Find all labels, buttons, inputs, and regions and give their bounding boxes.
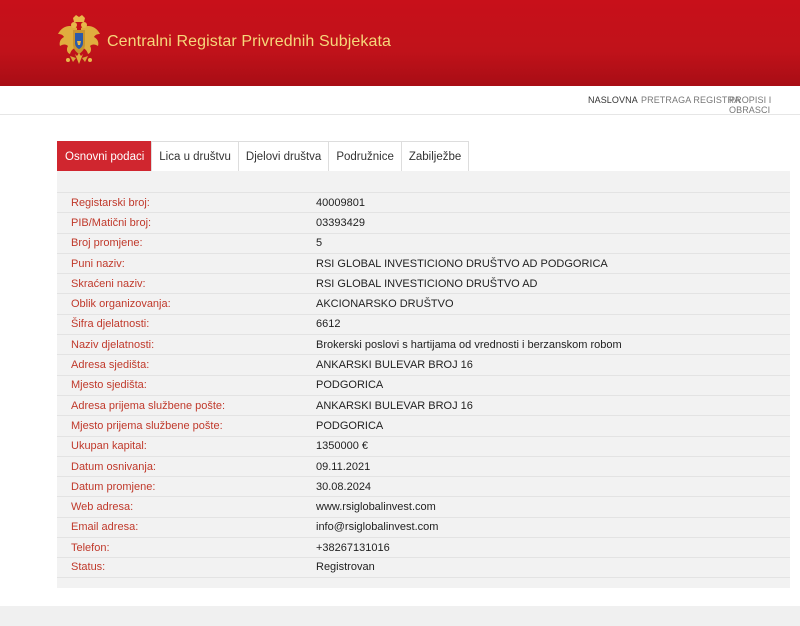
field-value: 1350000 € <box>316 440 368 453</box>
field-label: Oblik organizovanja: <box>71 298 171 311</box>
table-row: Mjesto sjedišta: PODGORICA <box>57 374 790 395</box>
field-label: Datum promjene: <box>71 480 156 493</box>
tab-branches[interactable]: Podružnice <box>328 141 402 171</box>
nav-home[interactable]: NASLOVNA <box>588 95 638 105</box>
nav-regulations-forms[interactable]: PROPISI I OBRASCI <box>729 95 800 115</box>
field-value: PODGORICA <box>316 379 384 392</box>
field-value: 6612 <box>316 318 341 331</box>
field-label: Adresa sjedišta: <box>71 359 150 372</box>
field-label: Puni naziv: <box>71 257 125 270</box>
field-label: Mjesto sjedišta: <box>71 379 147 392</box>
tab-company-persons[interactable]: Lica u društvu <box>151 141 239 171</box>
field-label: Ukupan kapital: <box>71 440 147 453</box>
table-row: Adresa prijema službene pošte: ANKARSKI B… <box>57 394 790 415</box>
table-row: Mjesto prijema službene pošte: PODGORICA <box>57 415 790 435</box>
field-value: RSI GLOBAL INVESTICIONO DRUŠTVO AD PODGO… <box>316 257 608 270</box>
field-label: Registarski broj: <box>71 196 150 209</box>
table-row: Broj promjene: 5 <box>57 232 790 253</box>
table-row: Ukupan kapital: 1350000 € <box>57 435 790 456</box>
nav-registry-search[interactable]: PRETRAGA REGISTRA <box>641 95 740 105</box>
table-row: Datum promjene: 30.08.2024 <box>57 476 790 496</box>
field-value: ANKARSKI BULEVAR BROJ 16 <box>316 359 473 372</box>
field-value: 03393429 <box>316 216 365 229</box>
table-row: Puni naziv: RSI GLOBAL INVESTICIONO DRUŠT… <box>57 252 790 273</box>
field-value: info@rsiglobalinvest.com <box>316 521 439 534</box>
field-label: Broj promjene: <box>71 237 143 250</box>
field-value: AKCIONARSKO DRUŠTVO <box>316 298 454 311</box>
table-row: Email adresa: info@rsiglobalinvest.com <box>57 516 790 537</box>
field-label: Email adresa: <box>71 521 139 534</box>
field-value: Registrovan <box>316 561 375 574</box>
tab-notes[interactable]: Zabilježbe <box>400 141 470 171</box>
site-title[interactable]: Centralni Registar Privrednih Subjekata <box>107 33 391 51</box>
field-label: Mjesto prijema službene pošte: <box>71 419 223 432</box>
field-label: Naziv djelatnosti: <box>71 338 155 351</box>
table-row: Registarski broj: 40009801 <box>57 192 790 212</box>
table-row: PIB/Matični broj: 03393429 <box>57 212 790 232</box>
field-label: Skraćeni naziv: <box>71 277 146 290</box>
details-panel: Registarski broj: 40009801 PIB/Matični bro… <box>57 171 790 588</box>
field-label: Datum osnivanja: <box>71 460 156 473</box>
field-value: ANKARSKI BULEVAR BROJ 16 <box>316 399 473 412</box>
field-value: 40009801 <box>316 196 365 209</box>
table-row: Šifra djelatnosti: 6612 <box>57 313 790 334</box>
table-row: Oblik organizovanja: AKCIONARSKO DRUŠTVO <box>57 293 790 313</box>
field-label: Telefon: <box>71 541 110 554</box>
field-label: Status: <box>71 561 106 574</box>
table-row: Status: Registrovan <box>57 557 790 578</box>
field-label: Web adresa: <box>71 501 134 514</box>
field-label: Šifra djelatnosti: <box>71 318 150 331</box>
field-value: RSI GLOBAL INVESTICIONO DRUŠTVO AD <box>316 277 538 290</box>
table-row: Telefon: +38267131016 <box>57 537 790 557</box>
table-row: Datum osnivanja: 09.11.2021 <box>57 455 790 476</box>
field-label: PIB/Matični broj: <box>71 216 152 229</box>
field-value: PODGORICA <box>316 419 384 432</box>
field-value: 30.08.2024 <box>316 480 372 493</box>
details-table: Registarski broj: 40009801 PIB/Matični bro… <box>57 192 790 578</box>
tab-basic-data[interactable]: Osnovni podaci <box>57 141 153 171</box>
table-row: Naziv djelatnosti: Brokerski poslovi s ha… <box>57 334 790 354</box>
site-header: Centralni Registar Privrednih Subjekata <box>0 0 800 86</box>
field-value: Brokerski poslovi s hartijama od vrednos… <box>316 338 622 351</box>
tab-company-parts[interactable]: Djelovi društva <box>237 141 330 171</box>
montenegro-coat-of-arms-icon[interactable] <box>56 14 102 72</box>
table-row: Adresa sjedišta: ANKARSKI BULEVAR BROJ 16 <box>57 354 790 374</box>
tab-bar: Osnovni podaci Lica u društvu Djelovi dr… <box>57 141 470 171</box>
field-value: 09.11.2021 <box>316 460 371 473</box>
field-value: www.rsiglobalinvest.com <box>316 501 436 514</box>
table-row: Web adresa: www.rsiglobalinvest.com <box>57 496 790 516</box>
top-nav: NASLOVNA PRETRAGA REGISTRA PROPISI I OBR… <box>0 86 800 115</box>
field-value: 5 <box>316 237 323 250</box>
field-label: Adresa prijema službene pošte: <box>71 399 226 412</box>
footer <box>0 606 800 626</box>
field-value: +38267131016 <box>316 541 390 554</box>
table-row: Skraćeni naziv: RSI GLOBAL INVESTICIONO D… <box>57 273 790 293</box>
